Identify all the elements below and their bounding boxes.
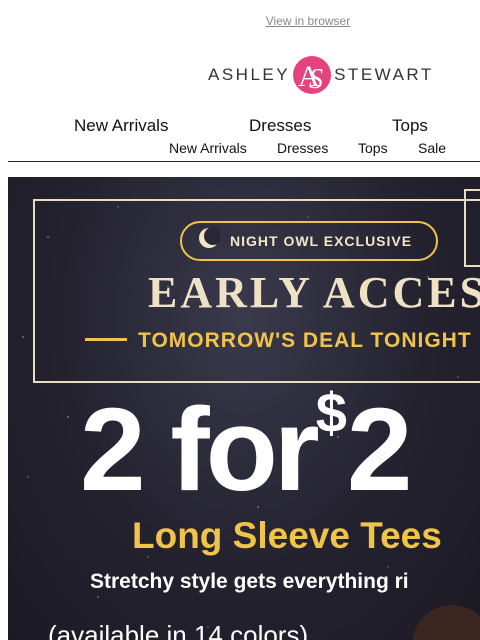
subline-rule bbox=[85, 338, 127, 341]
deal-subline: TOMORROW'S DEAL TONIGHT bbox=[138, 329, 472, 352]
night-owl-badge-label: NIGHT OWL EXCLUSIVE bbox=[230, 233, 413, 249]
nav-dresses[interactable]: Dresses bbox=[249, 116, 311, 136]
nav-divider bbox=[8, 161, 480, 162]
hero-banner[interactable]: NIGHT OWL EXCLUSIVE EARLY ACCESS TOMORRO… bbox=[8, 177, 480, 640]
offer-headline: 2 for$2 bbox=[80, 385, 412, 510]
brand-monogram-icon: A S bbox=[292, 55, 332, 95]
brand-word-left: ASHLEY bbox=[208, 65, 291, 84]
subnav-dresses[interactable]: Dresses bbox=[277, 140, 328, 156]
subnav-new-arrivals[interactable]: New Arrivals bbox=[169, 140, 247, 156]
view-in-browser-link[interactable]: View in browser bbox=[0, 14, 480, 28]
hero-frame-accent bbox=[464, 189, 480, 267]
offer-value: 2 bbox=[346, 384, 413, 516]
nav-tops[interactable]: Tops bbox=[392, 116, 428, 136]
subnav-tops[interactable]: Tops bbox=[358, 140, 388, 156]
offer-currency: $ bbox=[315, 381, 347, 444]
offer-main: 2 for bbox=[80, 384, 320, 516]
svg-text:S: S bbox=[309, 64, 323, 95]
brand-logo[interactable]: ASHLEY A S STEWART bbox=[208, 54, 434, 96]
nav-new-arrivals[interactable]: New Arrivals bbox=[74, 116, 168, 136]
moon-icon bbox=[199, 227, 220, 248]
early-access-headline: EARLY ACCESS bbox=[148, 268, 480, 317]
color-availability: (available in 14 colors) bbox=[48, 620, 309, 640]
subnav-sale[interactable]: Sale bbox=[418, 140, 446, 156]
product-tagline: Stretchy style gets everything ri bbox=[90, 570, 409, 593]
brand-word-right: STEWART bbox=[334, 65, 434, 84]
product-name: Long Sleeve Tees bbox=[132, 515, 442, 556]
